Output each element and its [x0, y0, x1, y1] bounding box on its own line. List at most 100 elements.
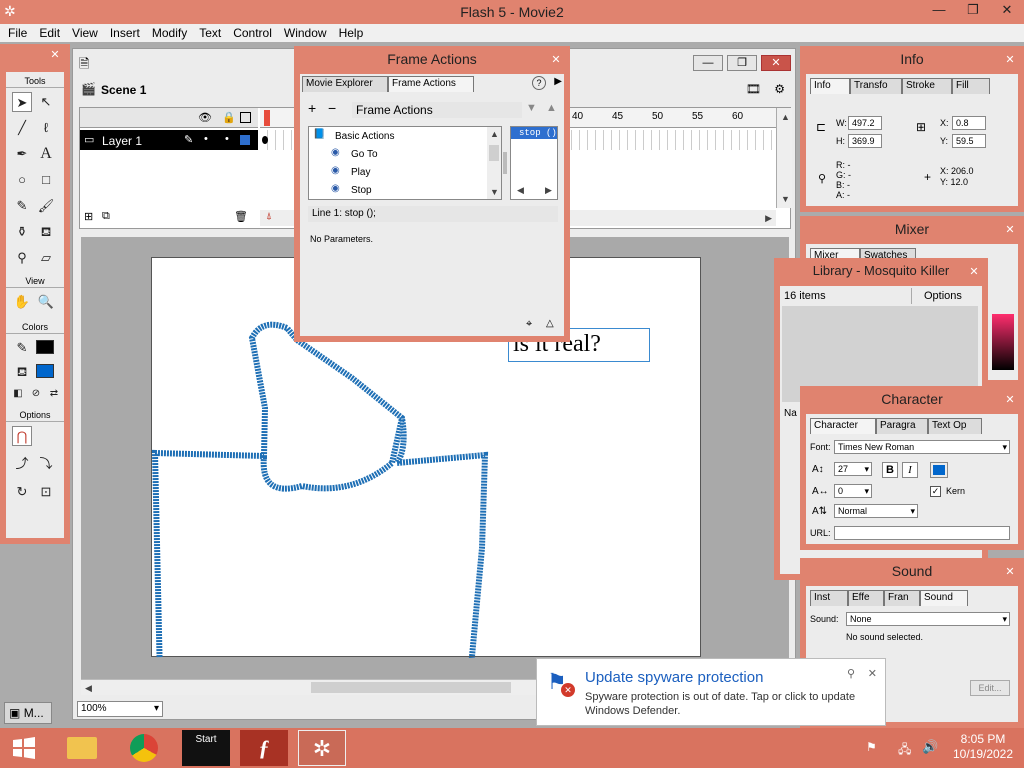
font-size-field[interactable]: 27 ▾ — [834, 462, 872, 476]
move-up-icon[interactable]: ▼ — [526, 102, 537, 114]
kern-checkbox[interactable]: ✓ — [930, 486, 941, 497]
help-icon[interactable]: ? — [532, 76, 546, 90]
zoom-dropdown-icon[interactable]: ▾ — [154, 702, 159, 716]
keyframe-icon[interactable] — [262, 136, 268, 144]
lock-dot-icon[interactable]: • — [225, 133, 229, 145]
action-stop[interactable]: Stop — [351, 185, 372, 196]
tab-stroke[interactable]: Stroke — [902, 78, 952, 94]
tab-instance[interactable]: Inst — [810, 590, 848, 606]
delete-layer-icon[interactable]: 🗑 — [234, 210, 248, 223]
tab-frame[interactable]: Fran — [884, 590, 920, 606]
no-color-icon[interactable]: ⊘ — [26, 384, 46, 404]
fill-color-swatch[interactable] — [36, 364, 54, 378]
font-select[interactable]: Times New Roman ▾ — [834, 440, 1010, 454]
library-options[interactable]: Options — [924, 288, 962, 304]
add-action-icon[interactable]: + — [308, 100, 316, 116]
show-hide-icon[interactable]: 👁 — [198, 111, 212, 124]
tab-frame-actions[interactable]: Frame Actions — [388, 76, 474, 92]
menu-file[interactable]: File — [2, 24, 33, 42]
outline-icon[interactable] — [240, 112, 251, 123]
scene-label[interactable]: Scene 1 — [101, 83, 146, 97]
stroke-color-swatch[interactable] — [36, 340, 54, 354]
width-field[interactable]: 497.2 — [848, 116, 882, 130]
menu-view[interactable]: View — [66, 24, 104, 42]
menu-insert[interactable]: Insert — [104, 24, 146, 42]
chrome-icon[interactable] — [120, 730, 168, 766]
registration-grid-icon[interactable]: ⊞ — [916, 120, 926, 134]
menu-help[interactable]: Help — [333, 24, 370, 42]
library-close-icon[interactable]: ✕ — [967, 265, 981, 279]
notification-toast[interactable]: ⚑ ✕ Update spyware protection Spyware pr… — [536, 658, 886, 726]
doc-close-button[interactable]: ✕ — [761, 55, 791, 71]
collapse-icon[interactable]: △ — [546, 318, 554, 329]
remove-action-icon[interactable]: − — [328, 100, 336, 116]
add-guide-icon[interactable]: ⧉ — [102, 210, 110, 223]
flash-app-icon[interactable]: ƒ — [240, 730, 288, 766]
minimize-button[interactable]: — — [922, 0, 956, 22]
straighten-icon[interactable]: ⤵ — [36, 454, 56, 474]
volume-icon[interactable]: 🔊 — [922, 739, 938, 755]
menu-modify[interactable]: Modify — [146, 24, 193, 42]
edit-scene-icon[interactable]: 🎞 — [746, 82, 761, 96]
windows-start-icon[interactable] — [0, 730, 48, 766]
sound-close-icon[interactable]: ✕ — [1003, 565, 1017, 579]
layer-name[interactable]: Layer 1 — [102, 134, 142, 148]
tracking-field[interactable]: 0 ▾ — [834, 484, 872, 498]
playhead[interactable] — [264, 110, 270, 126]
oval-tool-icon[interactable]: ○ — [12, 170, 32, 190]
action-play[interactable]: Play — [351, 167, 370, 178]
y-field[interactable]: 59.5 — [952, 134, 986, 148]
url-field[interactable] — [834, 526, 1010, 540]
lasso-tool-icon[interactable]: ℓ — [36, 118, 56, 138]
move-down-icon[interactable]: ▲ — [546, 102, 557, 114]
sound-dropdown-icon[interactable]: ▾ — [1002, 613, 1007, 625]
layer-color-icon[interactable] — [240, 135, 250, 145]
target-icon[interactable]: ⌖ — [526, 318, 532, 331]
center-frame-icon[interactable]: ⍋ — [266, 211, 272, 222]
ink-bottle-icon[interactable]: ⚱ — [12, 222, 32, 242]
mixer-close-icon[interactable]: ✕ — [1003, 223, 1017, 237]
tracking-dropdown-icon[interactable]: ▾ — [864, 485, 869, 497]
library-name-header[interactable]: Na — [784, 408, 797, 419]
file-explorer-icon[interactable] — [58, 730, 106, 766]
dropper-tool-icon[interactable]: ⚲ — [12, 248, 32, 268]
lock-icon[interactable]: 🔒 — [222, 111, 236, 124]
script-pane[interactable]: stop () ◀ ▶ — [510, 126, 558, 200]
color-ramp[interactable] — [992, 314, 1014, 370]
pencil-tool-icon[interactable]: ✎ — [12, 196, 32, 216]
sound-select[interactable]: None ▾ — [846, 612, 1010, 626]
text-color-swatch[interactable] — [930, 462, 948, 478]
subselect-tool-icon[interactable]: ↖ — [36, 92, 56, 112]
tab-paragraph[interactable]: Paragra — [876, 418, 928, 434]
text-tool-icon[interactable]: A — [36, 144, 56, 164]
tab-transform[interactable]: Transfo — [850, 78, 902, 94]
start-app-icon[interactable]: Start — [182, 730, 230, 766]
tab-movie-explorer[interactable]: Movie Explorer — [302, 76, 388, 92]
pen-tool-icon[interactable]: ✒ — [12, 144, 32, 164]
zoom-select[interactable]: 100% ▾ — [77, 701, 163, 717]
menu-text[interactable]: Text — [193, 24, 227, 42]
visible-dot-icon[interactable]: • — [204, 133, 208, 145]
default-colors-icon[interactable]: ◧ — [8, 384, 28, 404]
network-icon[interactable]: 🖧 — [898, 740, 911, 761]
rectangle-tool-icon[interactable]: □ — [36, 170, 56, 190]
menu-edit[interactable]: Edit — [33, 24, 66, 42]
tab-text-options[interactable]: Text Op — [928, 418, 982, 434]
arrow-tool-icon[interactable]: ➤ — [12, 92, 32, 112]
pin-icon[interactable]: ⚲ — [847, 667, 855, 680]
baseline-select[interactable]: Normal ▾ — [834, 504, 918, 518]
eraser-tool-icon[interactable]: ▱ — [36, 248, 56, 268]
info-close-icon[interactable]: ✕ — [1003, 53, 1017, 67]
toast-close-icon[interactable]: ✕ — [868, 667, 877, 680]
toolbox-close-icon[interactable]: ✕ — [48, 48, 62, 62]
edit-sound-button[interactable]: Edit... — [970, 680, 1010, 696]
size-dropdown-icon[interactable]: ▾ — [864, 463, 869, 475]
rotate-icon[interactable]: ↻ — [12, 482, 32, 502]
smooth-icon[interactable]: ⤴ — [12, 454, 32, 474]
pane-splitter[interactable] — [503, 152, 507, 174]
zoom-tool-icon[interactable]: 🔍 — [36, 292, 56, 312]
font-dropdown-icon[interactable]: ▾ — [1002, 441, 1007, 453]
panel-menu-icon[interactable]: ▶ — [554, 76, 562, 87]
list-vscroll[interactable]: ▲ ▼ — [487, 127, 501, 199]
maximize-button[interactable]: ❐ — [956, 0, 990, 22]
